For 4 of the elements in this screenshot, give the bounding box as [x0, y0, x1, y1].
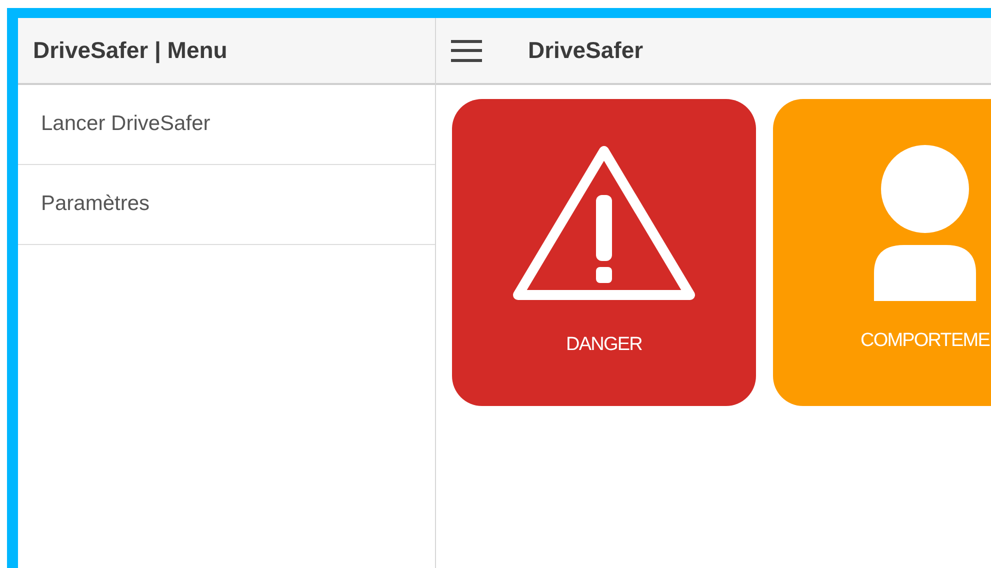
- menu-icon[interactable]: [451, 40, 483, 62]
- app-title: DriveSafer: [528, 36, 644, 66]
- sidebar-title: DriveSafer | Menu: [33, 36, 228, 66]
- dashboard-tile[interactable]: DANGER: [452, 99, 756, 406]
